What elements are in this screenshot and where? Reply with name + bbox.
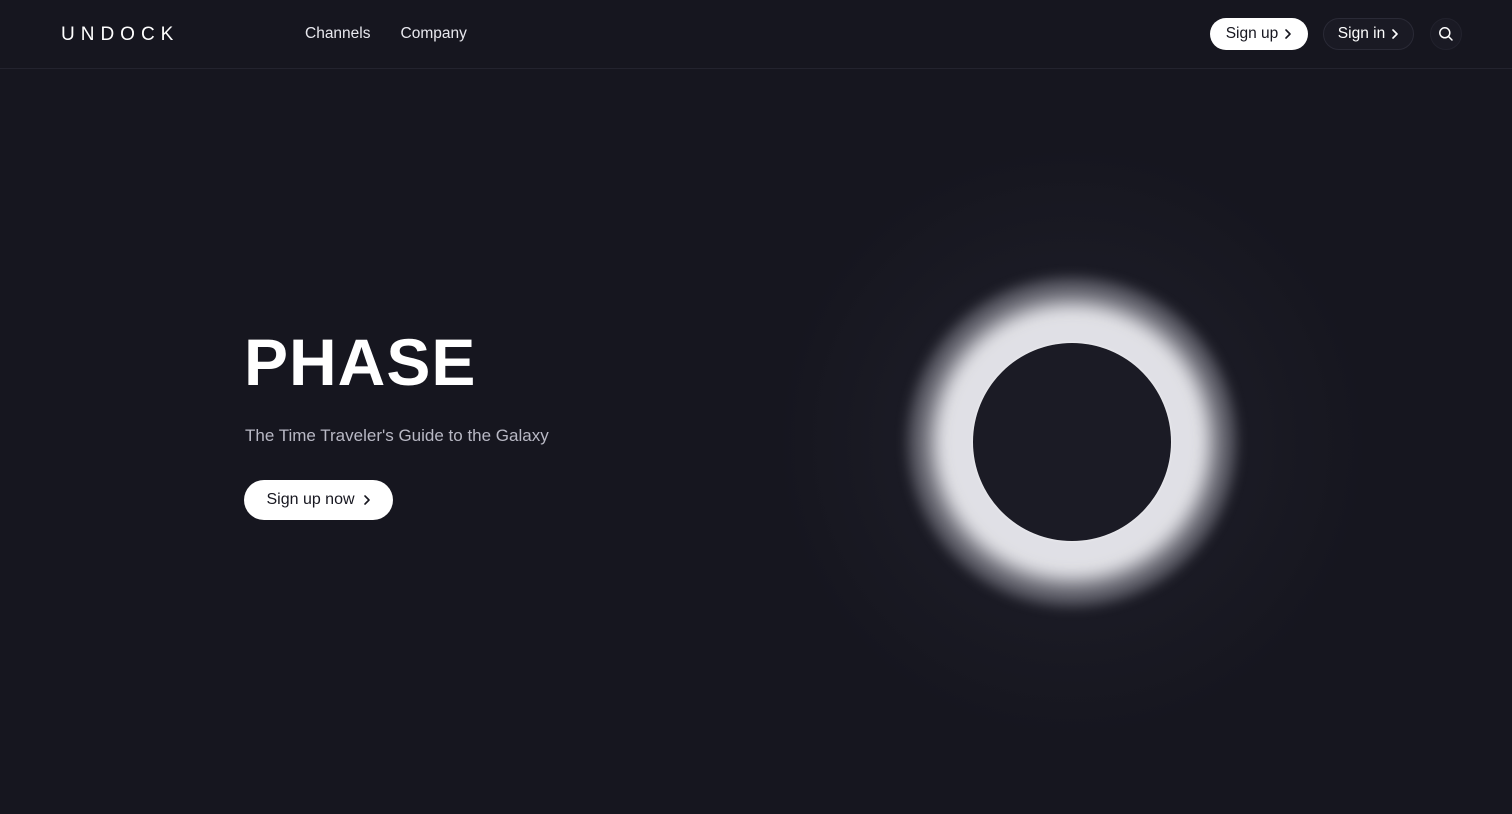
search-icon [1438, 26, 1454, 42]
chevron-right-icon [1284, 28, 1292, 40]
top-navigation-bar: UNDOCK Channels Company Sign up Sign in [0, 0, 1512, 69]
nav-link-channels[interactable]: Channels [305, 24, 371, 44]
eclipse-illustration [772, 142, 1372, 742]
sign-up-label: Sign up [1225, 25, 1279, 42]
search-button[interactable] [1430, 18, 1462, 50]
undock-logo[interactable]: UNDOCK [61, 24, 179, 46]
sign-up-button[interactable]: Sign up [1210, 18, 1308, 50]
sign-up-now-label: Sign up now [266, 491, 355, 508]
chevron-right-icon [1391, 28, 1399, 40]
eclipse-moon-disc [973, 343, 1171, 541]
sign-in-label: Sign in [1337, 25, 1386, 42]
sign-up-now-button[interactable]: Sign up now [244, 480, 393, 520]
nav-link-company[interactable]: Company [401, 24, 467, 44]
main-nav: Channels Company [305, 24, 467, 44]
chevron-right-icon [363, 494, 371, 506]
page: UNDOCK Channels Company Sign up Sign in [0, 0, 1512, 814]
hero-subtitle: The Time Traveler's Guide to the Galaxy [245, 426, 549, 445]
sign-in-button[interactable]: Sign in [1323, 18, 1414, 50]
hero-title: PHASE [244, 325, 477, 399]
